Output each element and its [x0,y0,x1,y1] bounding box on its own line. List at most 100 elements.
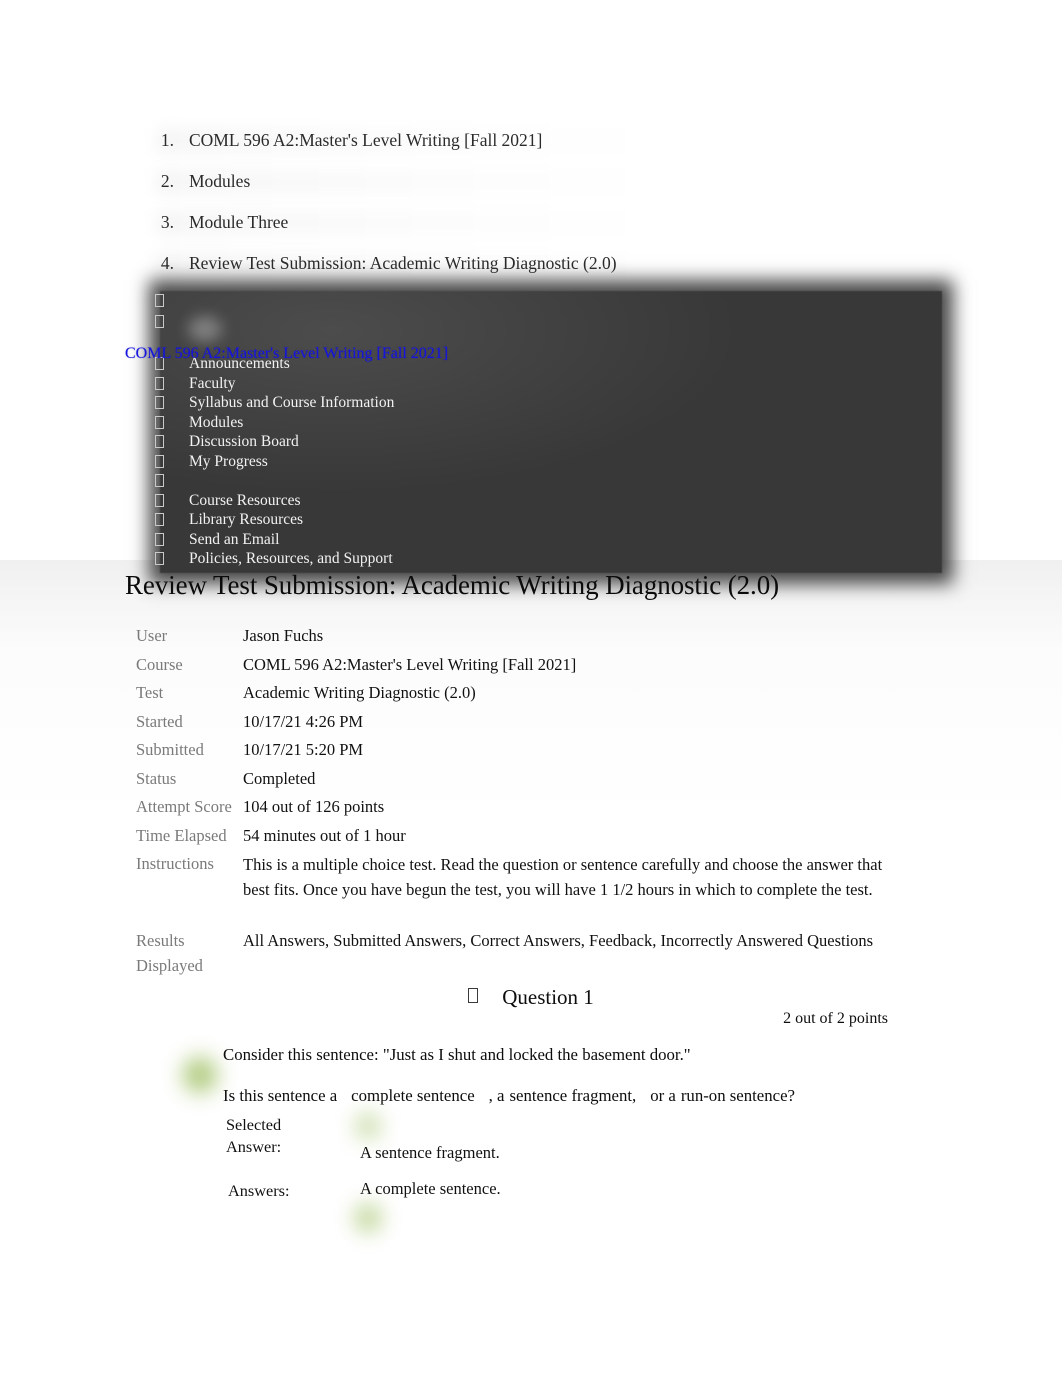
menu-item-label: Course Resources [189,491,301,509]
correct-answer-marker-icon [183,1057,217,1093]
detail-label: Attempt Score [136,797,232,816]
menu-item-label: Policies, Resources, and Support [189,550,393,567]
table-row: Course COML 596 A2:Master's Level Writin… [136,653,896,682]
answers-row: Answers: A complete sentence. [226,1174,846,1214]
menu-item-library-resources[interactable]: Library Resources [0,510,1062,530]
menu-item-faculty[interactable]: Faculty [0,374,1062,394]
menu-bullet-icon [155,315,164,328]
menu-item-label: Syllabus and Course Information [189,394,395,411]
detail-value: 10/17/21 5:20 PM [243,740,364,759]
detail-value: This is a multiple choice test. Read the… [243,855,883,899]
menu-bullet-icon [155,294,164,307]
menu-item-syllabus-and-course-information[interactable]: Syllabus and Course Information [0,393,1062,413]
detail-label: Time Elapsed [136,825,227,845]
stem-option-complete: complete sentence [351,1086,475,1105]
detail-value: Jason Fuchs [243,626,324,645]
menu-bullet-icon [155,435,164,448]
selected-answer-value: A sentence fragment. [360,1143,500,1162]
menu-bullet-icon [155,474,164,487]
answers-label: Answers: [228,1181,290,1200]
table-row: Started 10/17/21 4:26 PM [136,710,896,739]
stem-part: Is this sentence a [223,1086,338,1105]
course-menu-toolbar-row[interactable] [0,291,1062,312]
course-menu-toolbar-row[interactable] [0,312,1062,333]
selected-answer-label: Selected Answer: [226,1115,282,1156]
breadcrumb-label: Module Three [189,212,289,232]
answer-block: Selected Answer: A sentence fragment. An… [226,1114,846,1214]
menu-item-discussion-board[interactable]: Discussion Board [0,432,1062,452]
detail-label: User [136,626,168,645]
question-points: 2 out of 2 points [783,1010,888,1027]
table-row: Submitted 10/17/21 5:20 PM [136,738,896,767]
detail-value: 54 minutes out of 1 hour [243,825,406,845]
answers-value: A complete sentence. [360,1179,501,1198]
detail-label: Course [136,654,183,674]
detail-label: Status [136,768,177,788]
course-title-link[interactable]: COML 596 A2:Master's Level Writing [Fall… [125,345,448,363]
question-title: Question 1 [502,985,594,1009]
breadcrumb-item[interactable]: 4. Review Test Submission: Academic Writ… [126,243,946,284]
breadcrumb: 1. COML 596 A2:Master's Level Writing [F… [126,120,946,284]
menu-item-course-resources[interactable]: Course Resources [0,491,1062,511]
menu-item-label: Faculty [189,374,236,392]
breadcrumb-item[interactable]: 2. Modules [126,161,946,202]
menu-item-policies-resources-and-support[interactable]: Policies, Resources, and Support [0,549,1062,569]
page-title: Review Test Submission: Academic Writing… [125,570,779,600]
detail-value: 10/17/21 4:26 PM [243,711,364,731]
selected-answer-row: Selected Answer: A sentence fragment. [226,1114,846,1174]
question-header: Question 1 [0,985,1062,1010]
menu-bullet-icon [155,513,164,526]
menu-item-label: Modules [189,413,244,431]
question-stem-line-2: Is this sentence a complete sentence , a se… [223,1086,795,1106]
detail-value: Completed [243,768,316,788]
menu-bullet-icon [155,396,164,409]
question-stem-line-1: Consider this sentence: "Just as I shut … [223,1045,691,1064]
menu-bullet-icon [155,415,164,429]
menu-bullet-icon [155,552,164,565]
detail-label: Submitted [136,740,204,759]
table-row: Test Academic Writing Diagnostic (2.0) [136,681,896,710]
menu-item-label: Send an Email [189,530,280,548]
stem-part: or a [650,1086,676,1105]
breadcrumb-label: COML 596 A2:Master's Level Writing [Fall… [189,130,543,150]
breadcrumb-item[interactable]: 1. COML 596 A2:Master's Level Writing [F… [126,120,946,161]
table-row: Results Displayed All Answers, Submitted… [136,929,896,982]
course-menu-list: Announcements Faculty Syllabus and Cours… [0,291,1062,569]
menu-item-my-progress[interactable]: My Progress [0,452,1062,472]
test-submission-details-table: User Jason Fuchs Course COML 596 A2:Mast… [136,624,896,982]
menu-item-modules[interactable]: Modules [0,413,1062,433]
menu-item-label: Discussion Board [189,433,299,450]
stem-part: , a [488,1086,505,1105]
detail-value: 104 out of 126 points [243,797,385,816]
question-bullet-icon [468,988,479,1003]
detail-value: All Answers, Submitted Answers, Correct … [243,931,874,950]
menu-bullet-icon [155,532,164,546]
detail-value: Academic Writing Diagnostic (2.0) [243,683,476,702]
breadcrumb-number: 4. [160,253,174,273]
breadcrumb-number: 2. [160,171,174,191]
table-row: Time Elapsed 54 minutes out of 1 hour [136,824,896,853]
table-row: Attempt Score 104 out of 126 points [136,795,896,824]
table-row: Instructions This is a multiple choice t… [136,852,896,929]
menu-item-send-an-email[interactable]: Send an Email [0,530,1062,550]
detail-label: Started [136,711,183,731]
detail-value: COML 596 A2:Master's Level Writing [Fall… [243,654,577,674]
stem-option-runon: run-on sentence? [680,1086,795,1105]
breadcrumb-label: Modules [189,171,251,191]
menu-separator-row [0,471,1062,491]
menu-item-label: My Progress [189,452,268,470]
breadcrumb-number: 3. [160,212,174,232]
breadcrumb-number: 1. [160,130,174,150]
menu-item-label: Library Resources [189,511,304,528]
menu-bullet-icon [155,454,164,468]
stem-option-fragment: sentence fragment, [509,1086,637,1105]
detail-label: Results Displayed [136,931,203,975]
table-row: Status Completed [136,767,896,796]
detail-label: Test [136,683,164,702]
breadcrumb-label: Review Test Submission: Academic Writing… [189,253,617,273]
menu-bullet-icon [155,376,164,390]
menu-bullet-icon [155,493,164,507]
breadcrumb-item[interactable]: 3. Module Three [126,202,946,243]
table-row: User Jason Fuchs [136,624,896,653]
detail-label: Instructions [136,854,214,873]
